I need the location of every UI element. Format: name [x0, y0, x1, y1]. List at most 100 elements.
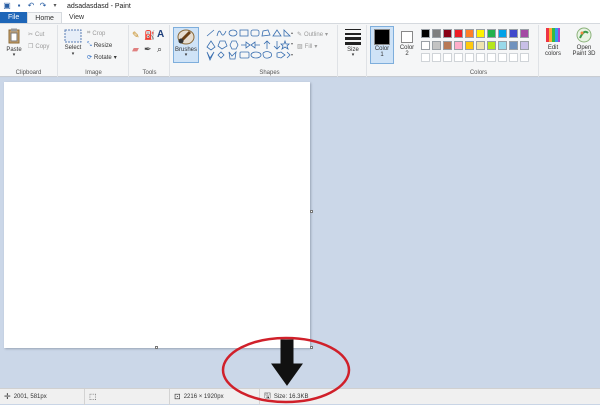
- magnifier-icon[interactable]: ⌕: [157, 44, 162, 55]
- edit-colors-button[interactable]: Edit colors: [541, 27, 565, 57]
- palette-swatch-row2-3[interactable]: [443, 41, 452, 50]
- file-size-icon: 🖫: [264, 390, 271, 400]
- shapes-gallery[interactable]: [205, 28, 291, 62]
- select-button[interactable]: Select ▾: [63, 29, 83, 57]
- palette-swatch-row1-3[interactable]: [443, 29, 452, 38]
- select-dropdown-icon[interactable]: ▾: [63, 51, 83, 57]
- palette-swatch-row2-9[interactable]: [509, 41, 518, 50]
- drawing-canvas[interactable]: [4, 82, 310, 348]
- edit-colors-icon: [546, 28, 560, 42]
- scissors-icon: ✂: [28, 32, 34, 38]
- palette-swatch-row2-2[interactable]: [432, 41, 441, 50]
- outline-label: Outline: [304, 31, 324, 38]
- diamond-shape-icon: [206, 40, 216, 51]
- palette-swatch-row2-1[interactable]: [421, 41, 430, 50]
- customize-dropdown-icon[interactable]: ▾: [51, 2, 59, 10]
- pencil-icon[interactable]: ✎: [132, 30, 140, 41]
- palette-swatch-row1-2[interactable]: [432, 29, 441, 38]
- palette-swatch-row2-4[interactable]: [454, 41, 463, 50]
- palette-swatch-row2-5[interactable]: [465, 41, 474, 50]
- resize-handle-right[interactable]: [310, 210, 313, 213]
- color2-button[interactable]: Color 2: [396, 26, 418, 64]
- rotate-button[interactable]: ⟳ Rotate ▾: [87, 54, 117, 62]
- eraser-icon[interactable]: ▰: [132, 44, 139, 55]
- copy-label: Copy: [35, 43, 50, 50]
- color1-swatch: [374, 29, 390, 45]
- custom-color-slot-8[interactable]: [498, 53, 507, 62]
- palette-swatch-row1-10[interactable]: [520, 29, 529, 38]
- fill-bucket-icon[interactable]: ⛽: [144, 30, 155, 41]
- shapes-group-label: Shapes: [259, 70, 280, 76]
- tab-file[interactable]: File: [0, 12, 28, 23]
- rectangle-shape-icon: [239, 29, 249, 37]
- resize-handle-corner[interactable]: [310, 346, 313, 349]
- paste-icon: [8, 28, 20, 44]
- selection-size: ⬚: [85, 388, 170, 405]
- custom-color-slot-6[interactable]: [476, 53, 485, 62]
- hexagon-shape-icon: [229, 40, 239, 50]
- size-dropdown-icon: ▾: [351, 52, 355, 58]
- custom-color-slot-10[interactable]: [520, 53, 529, 62]
- down-arrow-shape-icon: [273, 41, 281, 50]
- outline-dropdown-icon: ▾: [325, 32, 329, 38]
- paint3d-icon: [576, 27, 592, 43]
- palette-swatch-row2-7[interactable]: [487, 41, 496, 50]
- fill-button[interactable]: ▨ Fill ▾: [297, 43, 317, 51]
- file-size-value: Size: 16.3KB: [273, 393, 309, 400]
- edit-colors-label-2: colors: [544, 51, 561, 57]
- palette-swatch-row1-8[interactable]: [498, 29, 507, 38]
- brushes-button[interactable]: Brushes ▾: [173, 27, 199, 63]
- clipboard-group: Paste ▾ ✂ Cut ❐ Copy Clipboard: [0, 25, 58, 77]
- rotate-label: Rotate: [94, 54, 112, 61]
- palette-swatch-row1-9[interactable]: [509, 29, 518, 38]
- paste-dropdown-icon[interactable]: ▾: [3, 53, 25, 58]
- crop-button[interactable]: ⌗ Crop: [87, 30, 105, 37]
- crop-label: Crop: [92, 30, 106, 37]
- tab-home[interactable]: Home: [27, 12, 62, 23]
- heart-shape-icon: [276, 51, 286, 59]
- palette-swatch-row1-4[interactable]: [454, 29, 463, 38]
- palette-swatch-row2-10[interactable]: [520, 41, 529, 50]
- open-paint3d-button[interactable]: Open Paint 3D: [570, 27, 598, 57]
- image-dimensions-icon: ⊡: [174, 392, 181, 401]
- image-dimensions-value: 2216 × 1920px: [183, 393, 224, 400]
- shapes-group: ▴ ▾ ▾ ✎ Outline ▾ ▨ Fill ▾ Shapes: [202, 25, 338, 77]
- select-icon: [64, 29, 82, 43]
- cut-button[interactable]: ✂ Cut: [28, 31, 44, 39]
- outline-button[interactable]: ✎ Outline ▾: [297, 31, 329, 39]
- custom-color-slot-2[interactable]: [432, 53, 441, 62]
- custom-color-slot-3[interactable]: [443, 53, 452, 62]
- copy-button[interactable]: ❐ Copy: [28, 43, 50, 51]
- palette-swatch-row1-5[interactable]: [465, 29, 474, 38]
- custom-color-slot-9[interactable]: [509, 53, 518, 62]
- shapes-scroll[interactable]: ▴ ▾ ▾: [291, 27, 295, 61]
- colors-group: Colors: [419, 25, 539, 77]
- palette-swatch-row1-1[interactable]: [421, 29, 430, 38]
- redo-icon[interactable]: ↷: [39, 2, 47, 10]
- image-group-label: Image: [85, 70, 102, 76]
- text-tool-icon[interactable]: A: [157, 29, 164, 40]
- size-button[interactable]: Size ▾: [342, 28, 364, 58]
- window-title: adsadasdasd - Paint: [67, 2, 131, 10]
- resize-label: Resize: [93, 42, 113, 49]
- save-icon[interactable]: ▪: [15, 2, 23, 10]
- color1-button[interactable]: Color 1: [370, 26, 394, 64]
- palette-swatch-row1-7[interactable]: [487, 29, 496, 38]
- undo-icon[interactable]: ↶: [27, 2, 35, 10]
- tab-view[interactable]: View: [62, 12, 91, 23]
- custom-color-slot-1[interactable]: [421, 53, 430, 62]
- status-bar: ✛ 2001, 581px ⬚ ⊡ 2216 × 1920px 🖫 Size: …: [0, 388, 600, 405]
- paste-button[interactable]: Paste ▾: [3, 28, 25, 58]
- custom-color-slot-5[interactable]: [465, 53, 474, 62]
- color1-number: 1: [380, 52, 384, 58]
- palette-swatch-row2-6[interactable]: [476, 41, 485, 50]
- palette-swatch-row1-6[interactable]: [476, 29, 485, 38]
- color-picker-icon[interactable]: ✒: [144, 44, 152, 55]
- oval-callout-shape-icon: [250, 51, 262, 59]
- up-arrow-shape-icon: [263, 40, 271, 49]
- resize-button[interactable]: ⤡ Resize: [87, 42, 112, 49]
- custom-color-slot-7[interactable]: [487, 53, 496, 62]
- custom-color-slot-4[interactable]: [454, 53, 463, 62]
- palette-swatch-row2-8[interactable]: [498, 41, 507, 50]
- resize-handle-bottom[interactable]: [155, 346, 158, 349]
